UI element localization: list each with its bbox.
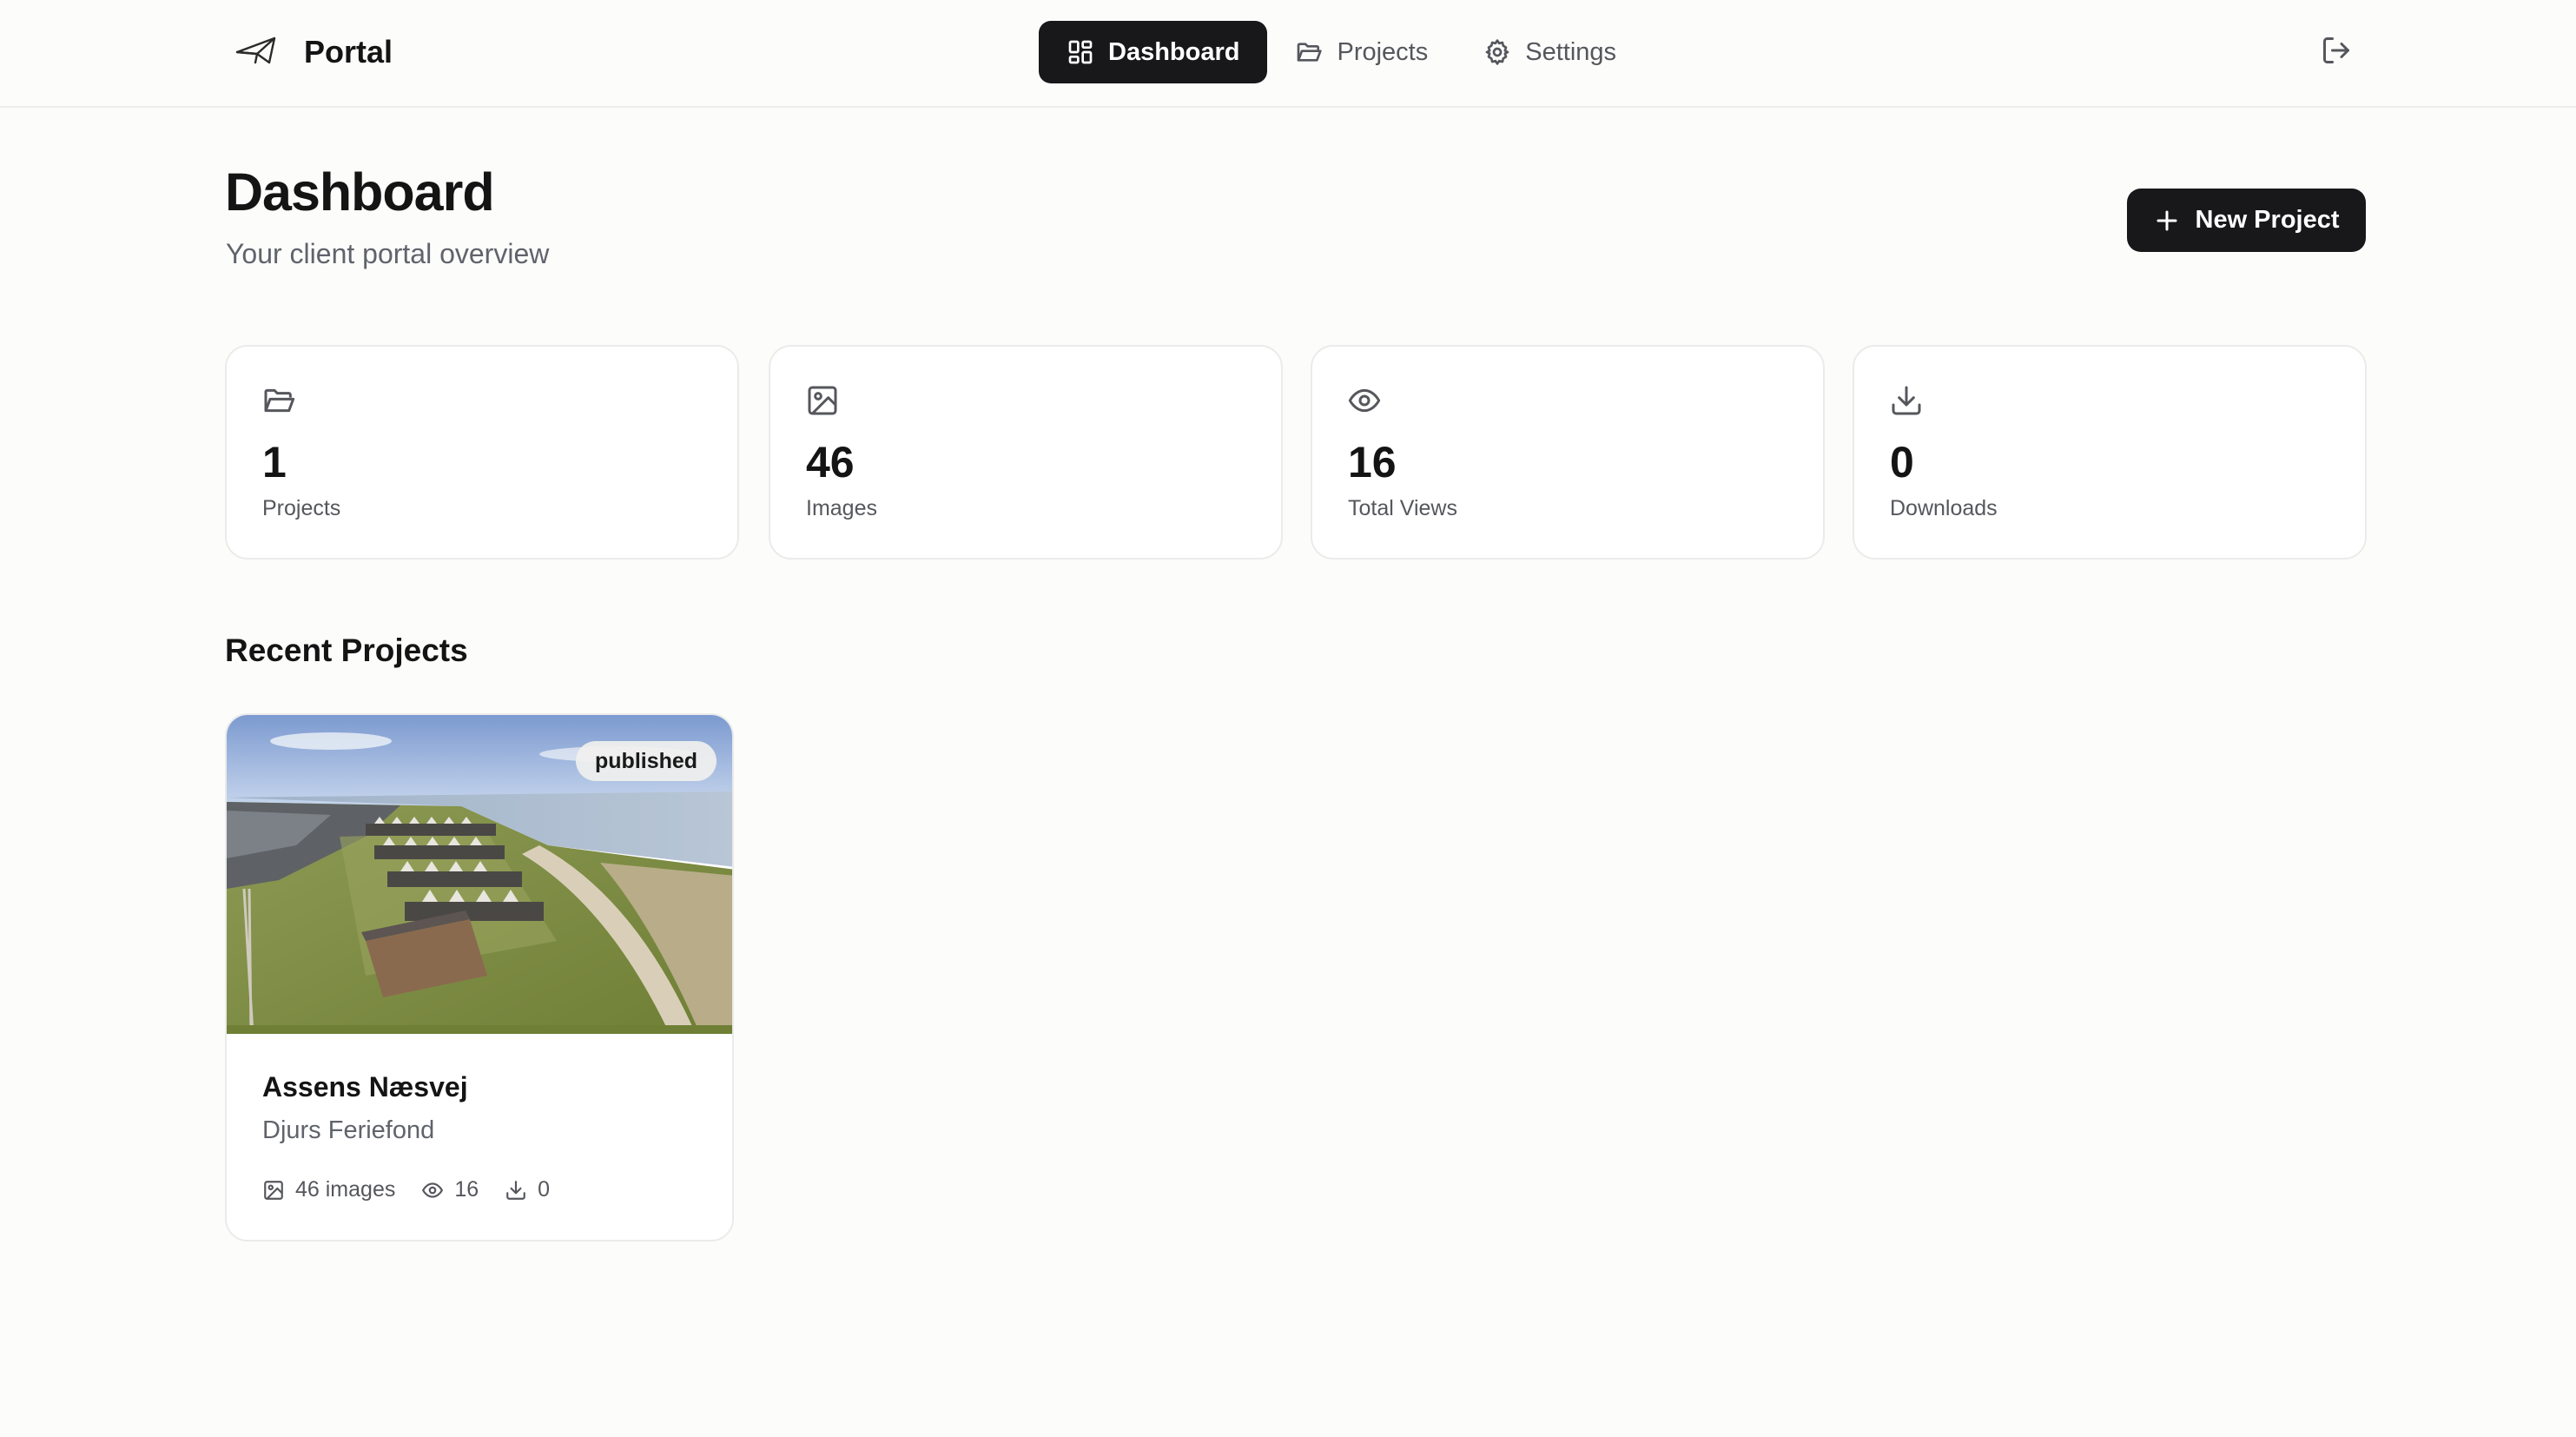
new-project-button[interactable]: New Project [2127,189,2366,252]
main-nav: Dashboard Projects Settings [1039,21,1644,83]
top-navigation-bar: Portal Dashboard Projects Settings [0,0,2576,108]
project-thumbnail: published [227,715,732,1034]
new-project-label: New Project [2195,206,2340,234]
project-downloads-count: 0 [505,1177,550,1202]
stat-value: 0 [1890,438,1914,487]
stat-card-images: 46 Images [769,345,1283,560]
downloads-count-text: 0 [538,1177,551,1202]
nav-dashboard-label: Dashboard [1108,37,1240,66]
nav-projects[interactable]: Projects [1267,21,1456,83]
nav-settings-label: Settings [1525,37,1617,66]
folder-icon [1298,43,1323,62]
images-count-text: 46 images [295,1177,396,1202]
project-meta: 46 images 16 0 [262,1177,576,1202]
image-icon [264,1180,283,1200]
project-card[interactable]: published Assens Næsvej Djurs Feriefond … [225,713,734,1242]
stat-value: 1 [262,438,287,487]
page-title: Dashboard [225,162,495,222]
project-images-count: 46 images [262,1177,395,1202]
nav-settings[interactable]: Settings [1456,21,1644,83]
brand[interactable]: Portal [234,26,393,78]
stat-label: Downloads [1890,496,1998,520]
stat-value: 46 [806,438,855,487]
nav-projects-label: Projects [1337,37,1429,66]
project-client: Djurs Feriefond [262,1116,435,1144]
stat-label: Projects [262,496,341,520]
eye-icon [1347,383,1382,418]
stat-card-views: 16 Total Views [1311,345,1825,560]
views-count-text: 16 [454,1177,479,1202]
download-icon [506,1180,526,1200]
logout-icon [2323,37,2349,63]
stat-value: 16 [1348,438,1397,487]
plus-icon [2157,210,2176,230]
download-icon [1889,383,1924,418]
folder-icon [261,383,296,418]
status-badge: published [576,741,717,781]
stat-label: Images [806,496,877,520]
grid-icon [1068,40,1093,64]
project-name: Assens Næsvej [262,1071,468,1103]
eye-icon [422,1182,444,1198]
stat-card-downloads: 0 Downloads [1853,345,2367,560]
recent-projects-heading: Recent Projects [225,632,468,668]
page-subtitle: Your client portal overview [226,238,550,269]
stat-label: Total Views [1348,496,1457,520]
stat-card-projects: 1 Projects [225,345,739,560]
nav-dashboard[interactable]: Dashboard [1039,21,1268,83]
brand-name: Portal [304,34,393,70]
project-views-count: 16 [421,1177,479,1202]
gear-icon [1485,39,1509,65]
paper-plane-logo-icon [234,33,278,72]
image-icon [805,383,840,418]
logout-button[interactable] [2321,35,2355,70]
